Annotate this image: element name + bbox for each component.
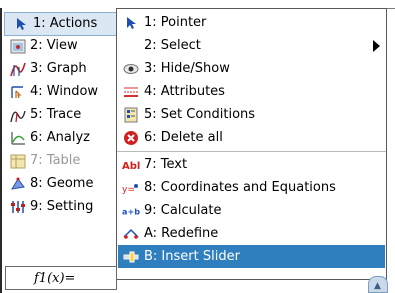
view-icon (10, 38, 26, 54)
settings-icon (10, 199, 26, 215)
menu-item-geometry[interactable]: 8: Geome (2, 173, 120, 195)
text-icon: Abl (122, 156, 140, 173)
svg-text:Abl: Abl (122, 161, 140, 172)
menu-item-settings[interactable]: 9: Setting (2, 196, 120, 218)
graph-icon (10, 61, 26, 77)
submenu-item-coordinates[interactable]: y= 8: Coordinates and Equations (118, 176, 385, 199)
submenu-item-select[interactable]: 2: Select (118, 34, 385, 57)
pointer-icon (122, 14, 140, 31)
table-icon (10, 153, 26, 169)
submenu-arrow-icon (373, 40, 380, 52)
coordinates-icon: y= (122, 179, 140, 196)
menu-item-window[interactable]: 4: Window (2, 81, 120, 103)
trace-icon (10, 107, 26, 123)
calculate-icon: a+b (122, 202, 140, 219)
submenu-item-hide-show[interactable]: 3: Hide/Show (118, 57, 385, 80)
conditions-icon (122, 106, 140, 123)
menu-separator (117, 151, 386, 152)
chevron-up-icon: ▲ (374, 281, 381, 291)
menu-item-table: 7: Table (2, 150, 120, 172)
submenu-item-insert-slider[interactable]: B: Insert Slider (118, 245, 385, 268)
actions-submenu: 1: Pointer 2: Select 3: Hide/Show 4: Att… (116, 8, 387, 280)
analyze-icon (10, 130, 26, 146)
delete-icon (122, 129, 140, 146)
svg-text:a+b: a+b (122, 206, 140, 216)
submenu-item-redefine[interactable]: A: Redefine (118, 222, 385, 245)
pointer-icon (13, 16, 29, 32)
submenu-item-attributes[interactable]: 4: Attributes (118, 80, 385, 103)
submenu-item-set-conditions[interactable]: 5: Set Conditions (118, 103, 385, 126)
eye-icon (122, 60, 140, 77)
submenu-item-pointer[interactable]: 1: Pointer (118, 11, 385, 34)
attributes-icon (122, 83, 140, 100)
submenu-item-text[interactable]: Abl 7: Text (118, 153, 385, 176)
menu-item-actions[interactable]: 1: Actions (4, 12, 120, 36)
menu-item-view[interactable]: 2: View (2, 35, 120, 57)
main-menu: 1: Actions 2: View 3: Graph 4: Window 5:… (2, 8, 120, 266)
geometry-icon (10, 176, 26, 192)
function-entry-line[interactable]: f1(x)= (5, 266, 117, 290)
window-icon (10, 84, 26, 100)
menu-item-analyze[interactable]: 6: Analyz (2, 127, 120, 149)
expand-button[interactable]: ▲ (368, 276, 388, 293)
redefine-icon (122, 225, 140, 242)
submenu-item-delete-all[interactable]: 6: Delete all (118, 126, 385, 149)
submenu-item-calculate[interactable]: a+b 9: Calculate (118, 199, 385, 222)
menu-item-graph[interactable]: 3: Graph (2, 58, 120, 80)
svg-text:y=: y= (122, 185, 135, 195)
slider-icon (122, 248, 140, 265)
menu-item-trace[interactable]: 5: Trace (2, 104, 120, 126)
